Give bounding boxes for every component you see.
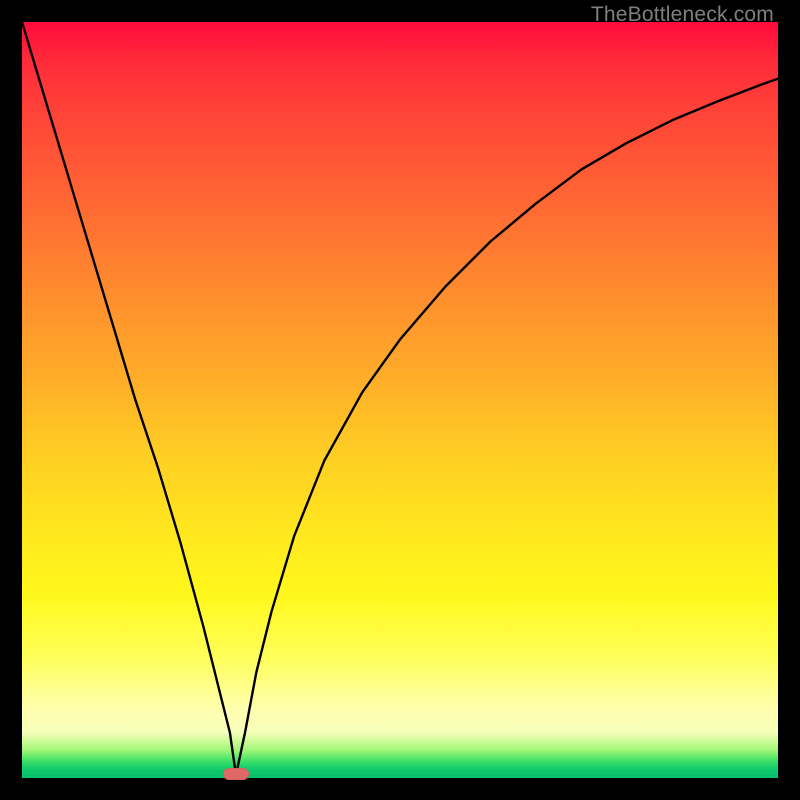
plot-area — [22, 22, 778, 778]
dip-marker — [223, 768, 249, 780]
chart-frame: TheBottleneck.com — [0, 0, 800, 800]
bottleneck-curve — [22, 22, 778, 775]
curve-svg — [22, 22, 778, 778]
